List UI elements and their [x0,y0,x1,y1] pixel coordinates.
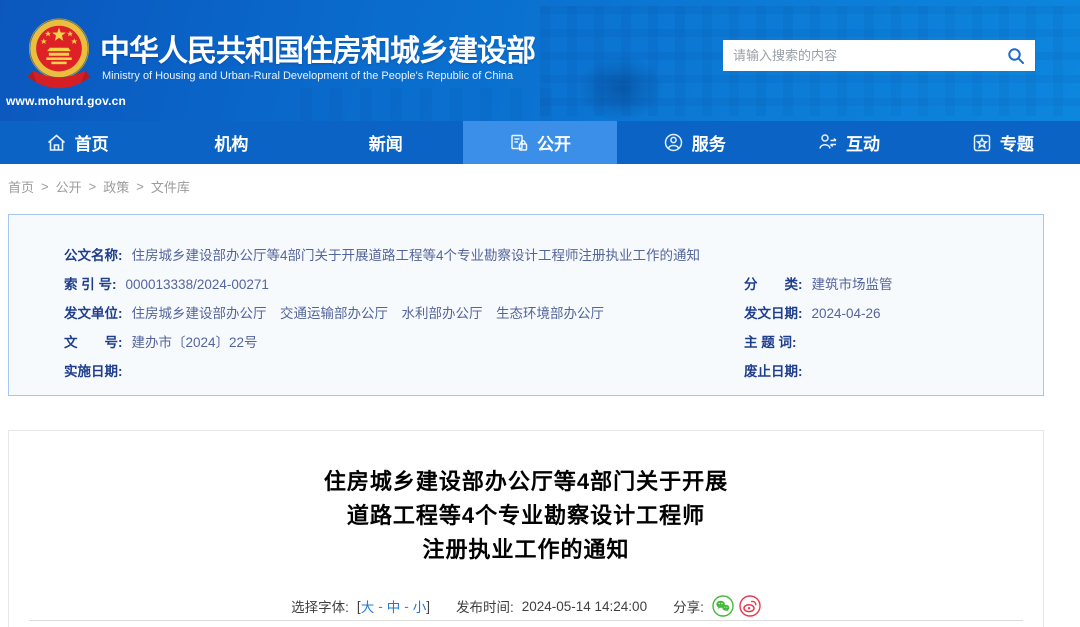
weibo-icon[interactable] [739,595,761,617]
nav-label: 公开 [537,130,571,155]
person-icon [663,132,684,153]
category-label: 分 类: [744,270,803,299]
breadcrumb-home[interactable]: 首页 [8,177,34,196]
breadcrumb-separator: > [136,179,144,194]
nav-label: 服务 [692,130,726,155]
info-row-doc-name: 公文名称: 住房城乡建设部办公厅等4部门关于开展道路工程等4个专业勘察设计工程师… [64,241,1043,270]
search-box [723,40,1035,71]
bracket-close: ] [426,599,430,614]
info-row-2: 索 引 号: 000013338/2024-00271 分 类: 建筑市场监管 [64,270,1043,299]
article-title: 住房城乡建设部办公厅等4部门关于开展 道路工程等4个专业勘察设计工程师 注册执业… [9,465,1043,567]
font-size-separator: - [378,599,383,614]
site-url: www.mohurd.gov.cn [6,94,126,108]
search-button[interactable] [997,40,1035,71]
breadcrumb-open[interactable]: 公开 [56,177,82,196]
article-title-line-2: 道路工程等4个专业勘察设计工程师 [9,499,1043,533]
wechat-icon[interactable] [712,595,734,617]
issue-date-value: 2024-04-26 [812,299,881,328]
font-size-medium[interactable]: 中 [387,596,401,616]
site-title: 中华人民共和国住房和城乡建设部 [100,26,535,70]
star-square-icon [972,133,992,153]
doc-no-label: 文 号: [64,328,123,357]
issuer-value: 住房城乡建设部办公厅 交通运输部办公厅 水利部办公厅 生态环境部办公厅 [132,299,605,328]
share-label: 分享: [673,596,704,616]
search-icon [1007,47,1025,65]
nav-item-org[interactable]: 机构 [154,121,308,164]
header-building-texture-2 [300,88,560,121]
nav-label: 首页 [75,130,109,155]
breadcrumb-policy[interactable]: 政策 [103,177,129,196]
home-icon [46,133,67,153]
info-row-4: 文 号: 建办市〔2024〕22号 主 题 词: [64,328,1043,357]
nav-item-topic[interactable]: 专题 [926,121,1080,164]
font-size-separator: - [404,599,409,614]
share-icons [712,595,761,617]
page: www.mohurd.gov.cn 中华人民共和国住房和城乡建设部 Minist… [0,0,1080,627]
article-box: 住房城乡建设部办公厅等4部门关于开展 道路工程等4个专业勘察设计工程师 注册执业… [8,430,1044,627]
index-value: 000013338/2024-00271 [126,270,269,299]
nav-item-open[interactable]: 公开 [463,121,617,164]
publish-time-value: 2024-05-14 14:24:00 [522,599,647,614]
exchange-person-icon [817,132,838,153]
breadcrumb: 首页 > 公开 > 政策 > 文件库 [8,177,190,196]
category-value: 建筑市场监管 [812,270,893,299]
info-row-3: 发文单位: 住房城乡建设部办公厅 交通运输部办公厅 水利部办公厅 生态环境部办公… [64,299,1043,328]
doc-name-label: 公文名称: [64,241,123,270]
nav-item-home[interactable]: 首页 [0,121,154,164]
info-row-5: 实施日期: 废止日期: [64,357,1043,386]
doc-no-value: 建办市〔2024〕22号 [132,328,258,357]
nav-label: 新闻 [369,130,403,155]
nav-label: 机构 [214,130,248,155]
article-divider [29,620,1023,621]
repeal-date-label: 废止日期: [744,357,803,386]
nav-item-news[interactable]: 新闻 [309,121,463,164]
article-title-line-1: 住房城乡建设部办公厅等4部门关于开展 [9,465,1043,499]
article-meta: 选择字体: [ 大 - 中 - 小 ] 发布时间: 2024-05-14 14:… [9,595,1043,617]
issue-date-label: 发文日期: [744,299,803,328]
nav-label: 互动 [846,130,880,155]
subject-label: 主 题 词: [744,328,797,357]
impl-date-label: 实施日期: [64,357,123,386]
font-size-label: 选择字体: [291,596,349,616]
site-header: www.mohurd.gov.cn 中华人民共和国住房和城乡建设部 Minist… [0,0,1080,121]
nav-item-service[interactable]: 服务 [617,121,771,164]
doc-info-box: 公文名称: 住房城乡建设部办公厅等4部门关于开展道路工程等4个专业勘察设计工程师… [8,214,1044,396]
search-input[interactable] [723,48,997,63]
publish-time-label: 发布时间: [456,596,514,616]
article-title-line-3: 注册执业工作的通知 [9,533,1043,567]
nav-item-interact[interactable]: 互动 [771,121,925,164]
site-subtitle: Ministry of Housing and Urban-Rural Deve… [102,70,513,82]
index-label: 索 引 号: [64,270,117,299]
nav-label: 专题 [1000,130,1034,155]
main-nav: 首页 机构 新闻 公开 服务 [0,121,1080,164]
breadcrumb-library[interactable]: 文件库 [151,177,190,196]
breadcrumb-separator: > [89,179,97,194]
header-tree-shadow [575,55,665,121]
doc-name-value: 住房城乡建设部办公厅等4部门关于开展道路工程等4个专业勘察设计工程师注册执业工作… [132,241,701,270]
document-lock-icon [509,133,529,153]
issuer-label: 发文单位: [64,299,123,328]
font-size-large[interactable]: 大 [361,596,375,616]
font-size-small[interactable]: 小 [413,596,427,616]
china-national-emblem-icon [26,16,92,98]
breadcrumb-separator: > [41,179,49,194]
